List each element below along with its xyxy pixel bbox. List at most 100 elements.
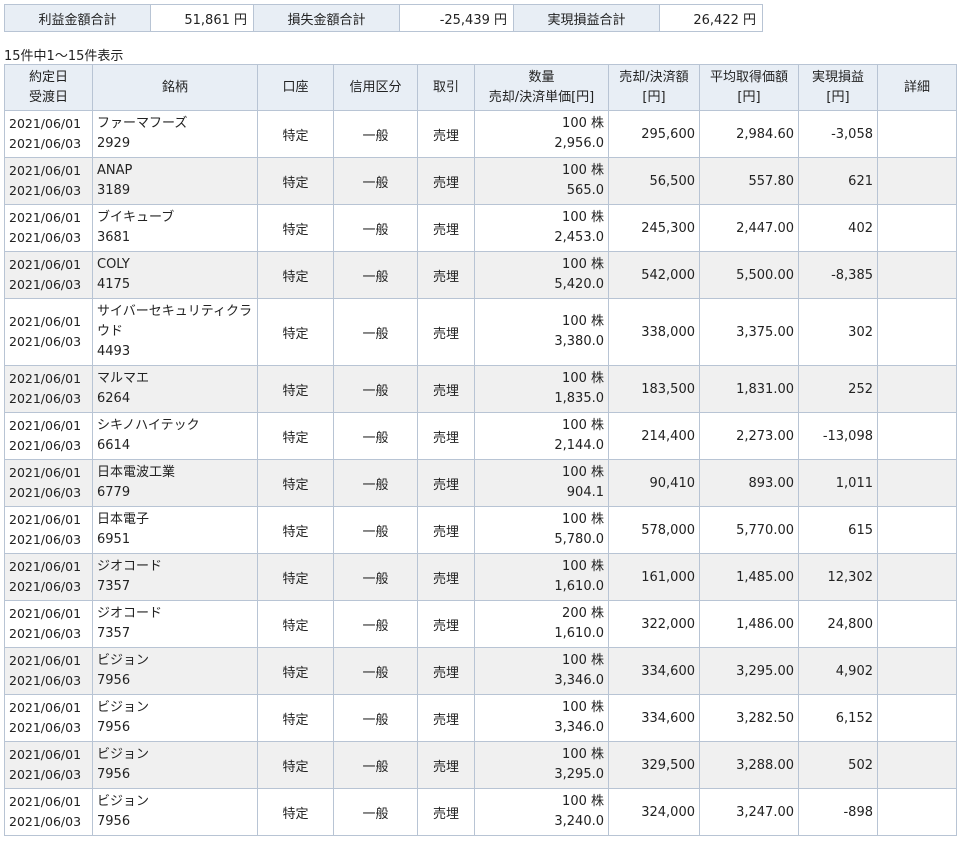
avg-price-cell: 2,984.60 xyxy=(699,110,799,158)
stock-code: 7956 xyxy=(97,673,131,688)
stock-name: シキノハイテック xyxy=(97,418,200,433)
amount-cell: 322,000 xyxy=(608,600,700,648)
trade-cell: 売埋 xyxy=(417,506,475,554)
trade-date: 2021/06/01 xyxy=(9,314,82,329)
unit-price: 2,144.0 xyxy=(554,438,604,453)
settle-date: 2021/06/03 xyxy=(9,814,82,829)
quantity: 100 株 xyxy=(562,700,604,715)
account-cell: 特定 xyxy=(257,694,334,742)
amount-cell: 578,000 xyxy=(608,506,700,554)
stock-name: マルマエ xyxy=(97,371,150,386)
date-cell: 2021/06/01 2021/06/03 xyxy=(4,553,93,601)
account-cell: 特定 xyxy=(257,459,334,507)
realized-pl-cell: -3,058 xyxy=(798,110,878,158)
header-quantity[interactable]: 数量 売却/決済単価[円] xyxy=(474,64,609,111)
date-cell: 2021/06/01 2021/06/03 xyxy=(4,412,93,460)
unit-price: 1,835.0 xyxy=(554,391,604,406)
header-realized-pl[interactable]: 実現損益 [円] xyxy=(798,64,878,111)
margin-cell: 一般 xyxy=(333,251,418,299)
stock-name: 日本電波工業 xyxy=(97,465,176,480)
table-row: 2021/06/01 2021/06/03 ビジョン 7956 特定 一般 売埋 100 株 3… xyxy=(4,788,957,836)
detail-cell xyxy=(877,251,957,299)
detail-cell xyxy=(877,600,957,648)
amount-cell: 329,500 xyxy=(608,741,700,789)
trade-cell: 売埋 xyxy=(417,204,475,252)
account-cell: 特定 xyxy=(257,647,334,695)
quantity-cell: 100 株 904.1 xyxy=(474,459,609,507)
header-trade[interactable]: 取引 xyxy=(417,64,475,111)
header-account[interactable]: 口座 xyxy=(257,64,334,111)
detail-cell xyxy=(877,788,957,836)
detail-cell xyxy=(877,412,957,460)
table-row: 2021/06/01 2021/06/03 ビジョン 7956 特定 一般 売埋 100 株 3… xyxy=(4,741,957,789)
stock-code: 7956 xyxy=(97,767,131,782)
trade-cell: 売埋 xyxy=(417,741,475,789)
account-cell: 特定 xyxy=(257,298,334,366)
detail-cell xyxy=(877,110,957,158)
quantity: 100 株 xyxy=(562,653,604,668)
stock-code: 7956 xyxy=(97,720,131,735)
loss-total-label: 損失金額合計 xyxy=(253,4,400,32)
stock-cell: シキノハイテック 6614 xyxy=(92,412,258,460)
settle-date: 2021/06/03 xyxy=(9,485,82,500)
stock-name: ブイキューブ xyxy=(97,210,175,225)
header-dates[interactable]: 約定日 受渡日 xyxy=(4,64,93,111)
settle-date: 2021/06/03 xyxy=(9,277,82,292)
realized-pl-cell: 1,011 xyxy=(798,459,878,507)
margin-cell: 一般 xyxy=(333,110,418,158)
header-amount[interactable]: 売却/決済額 [円] xyxy=(608,64,700,111)
date-cell: 2021/06/01 2021/06/03 xyxy=(4,600,93,648)
trade-date: 2021/06/01 xyxy=(9,512,82,527)
quantity-cell: 100 株 3,346.0 xyxy=(474,647,609,695)
quantity-cell: 100 株 3,346.0 xyxy=(474,694,609,742)
trade-cell: 売埋 xyxy=(417,412,475,460)
trade-history-table: 約定日 受渡日 銘柄 口座 信用区分 取引 数量 売却/決済単価[円] 売却/決済額… xyxy=(4,64,957,836)
realized-pl-cell: 302 xyxy=(798,298,878,366)
detail-cell xyxy=(877,647,957,695)
amount-cell: 334,600 xyxy=(608,694,700,742)
stock-code: 4175 xyxy=(97,277,131,292)
stock-cell: COLY 4175 xyxy=(92,251,258,299)
realized-pl-cell: -8,385 xyxy=(798,251,878,299)
table-row: 2021/06/01 2021/06/03 ブイキューブ 3681 特定 一般 売埋 100 … xyxy=(4,204,957,252)
unit-price: 2,956.0 xyxy=(554,136,604,151)
account-cell: 特定 xyxy=(257,412,334,460)
realized-pl-cell: 621 xyxy=(798,157,878,205)
header-margin[interactable]: 信用区分 xyxy=(333,64,418,111)
table-row: 2021/06/01 2021/06/03 ANAP 3189 特定 一般 売埋 100 株 5… xyxy=(4,157,957,205)
stock-cell: ファーマフーズ 2929 xyxy=(92,110,258,158)
avg-price-cell: 1,831.00 xyxy=(699,365,799,413)
trade-date: 2021/06/01 xyxy=(9,747,82,762)
trade-cell: 売埋 xyxy=(417,157,475,205)
trade-date: 2021/06/01 xyxy=(9,418,82,433)
margin-cell: 一般 xyxy=(333,694,418,742)
realized-pl-cell: -898 xyxy=(798,788,878,836)
stock-name: ビジョン xyxy=(97,747,150,762)
trade-date: 2021/06/01 xyxy=(9,163,82,178)
quantity-cell: 100 株 2,453.0 xyxy=(474,204,609,252)
settle-date: 2021/06/03 xyxy=(9,673,82,688)
date-cell: 2021/06/01 2021/06/03 xyxy=(4,251,93,299)
date-cell: 2021/06/01 2021/06/03 xyxy=(4,157,93,205)
stock-cell: ビジョン 7956 xyxy=(92,741,258,789)
stock-code: 6779 xyxy=(97,485,131,500)
table-row: 2021/06/01 2021/06/03 サイバーセキュリティクラウド 4493 特定… xyxy=(4,298,957,366)
trade-cell: 売埋 xyxy=(417,788,475,836)
amount-cell: 245,300 xyxy=(608,204,700,252)
margin-cell: 一般 xyxy=(333,553,418,601)
quantity: 100 株 xyxy=(562,210,604,225)
table-row: 2021/06/01 2021/06/03 ファーマフーズ 2929 特定 一般 売埋 100… xyxy=(4,110,957,158)
header-avg-price[interactable]: 平均取得価額 [円] xyxy=(699,64,799,111)
realized-pl-cell: 4,902 xyxy=(798,647,878,695)
quantity-cell: 100 株 3,295.0 xyxy=(474,741,609,789)
quantity-cell: 100 株 2,956.0 xyxy=(474,110,609,158)
margin-cell: 一般 xyxy=(333,459,418,507)
quantity: 100 株 xyxy=(562,257,604,272)
header-name[interactable]: 銘柄 xyxy=(92,64,258,111)
detail-cell xyxy=(877,694,957,742)
amount-cell: 338,000 xyxy=(608,298,700,366)
stock-name: サイバーセキュリティクラウド xyxy=(97,304,252,339)
unit-price: 3,380.0 xyxy=(554,334,604,349)
trade-cell: 売埋 xyxy=(417,251,475,299)
date-cell: 2021/06/01 2021/06/03 xyxy=(4,788,93,836)
